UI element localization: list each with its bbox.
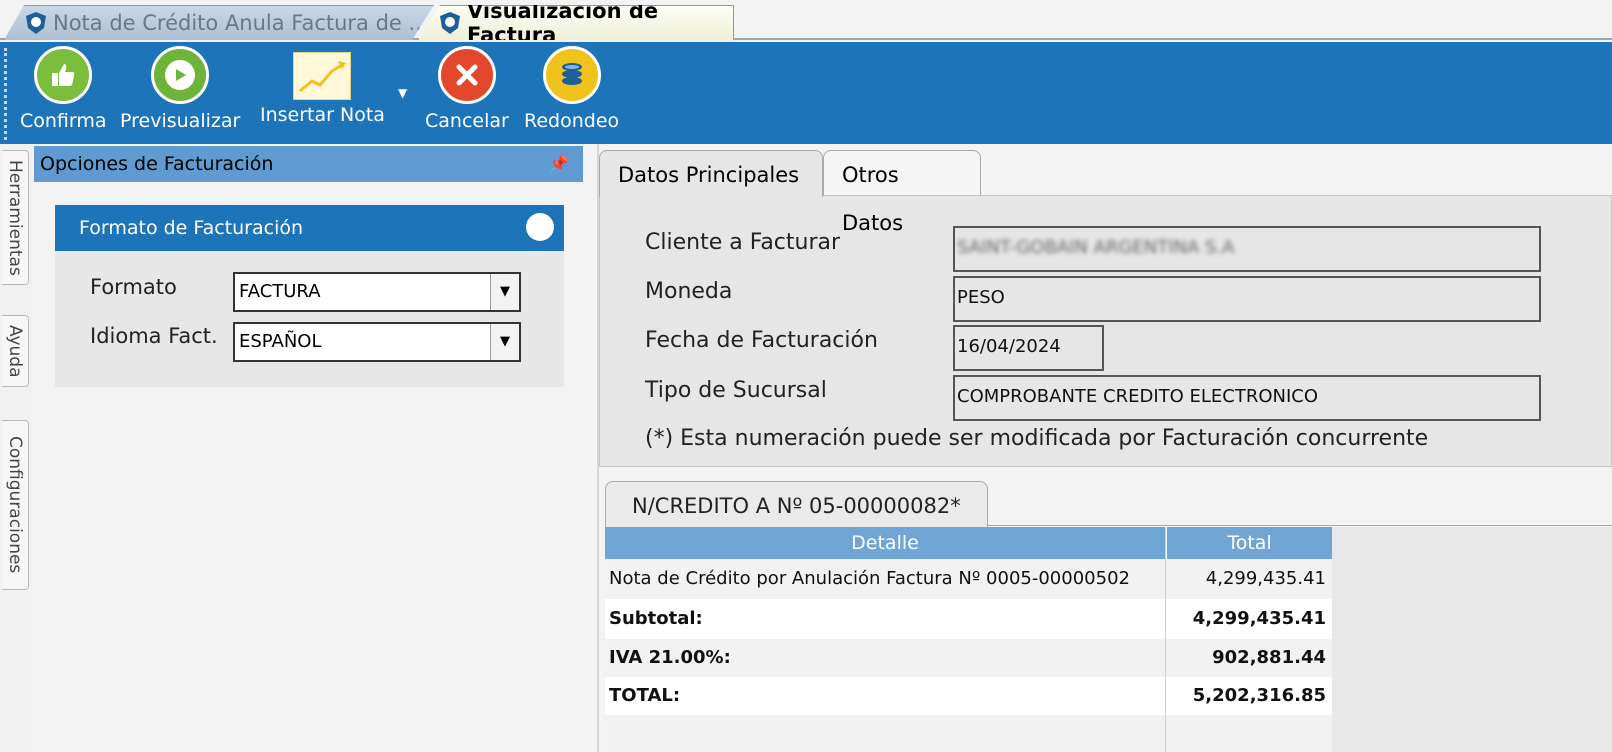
row-detalle: IVA 21.00%: [609, 647, 731, 668]
tab-otros-datos[interactable]: Otros Datos [823, 150, 981, 235]
dropdown-arrow-icon[interactable]: ▼ [398, 86, 407, 100]
tab-label: Datos Principales [618, 163, 800, 187]
cliente-field[interactable]: SAINT-GOBAIN ARGENTINA S.A [953, 226, 1541, 272]
thumbs-up-icon [34, 46, 93, 104]
previsualizar-label: Previsualizar [120, 110, 241, 132]
collapse-icon[interactable] [526, 213, 554, 241]
table-row-empty [605, 715, 1332, 752]
moneda-field[interactable]: PESO [953, 276, 1541, 322]
side-tab-ayuda[interactable]: Ayuda [2, 315, 29, 387]
formato-value: FACTURA [239, 281, 321, 302]
idioma-label: Idioma Fact. [90, 324, 218, 348]
coins-icon [542, 46, 601, 104]
numeracion-note: (*) Esta numeración puede ser modificada… [645, 426, 1429, 451]
table-row[interactable]: TOTAL: 5,202,316.85 [605, 677, 1332, 715]
column-header-label: Total [1227, 532, 1272, 554]
sucursal-label: Tipo de Sucursal [645, 378, 827, 403]
side-tab-herramientas[interactable]: Herramientas [2, 150, 29, 285]
tab-datos-principales[interactable]: Datos Principales [599, 150, 823, 197]
fecha-value: 16/04/2024 [957, 336, 1061, 357]
play-icon [151, 46, 210, 104]
table-row[interactable]: Nota de Crédito por Anulación Factura Nº… [605, 559, 1332, 599]
row-total: 4,299,435.41 [1192, 608, 1326, 629]
ribbon-toolbar [0, 42, 1612, 144]
idioma-select[interactable]: ESPAÑOL ▼ [233, 322, 521, 362]
side-tab-configuraciones[interactable]: Configuraciones [2, 420, 29, 590]
column-divider [1165, 559, 1166, 752]
row-total: 5,202,316.85 [1192, 685, 1326, 706]
confirma-button[interactable]: Confirma [20, 46, 107, 132]
side-tab-label: Herramientas [5, 159, 25, 276]
previsualizar-button[interactable]: Previsualizar [120, 46, 240, 132]
confirma-label: Confirma [20, 110, 107, 132]
redondeo-label: Redondeo [524, 110, 620, 132]
cancelar-button[interactable]: Cancelar [425, 46, 509, 132]
doc-tab-label: Visualización de Factura [467, 0, 659, 47]
idioma-value: ESPAÑOL [239, 331, 322, 352]
doc-tab-label: Nota de Crédito Anula Factura de ... [53, 11, 429, 35]
tab-label: Otros Datos [842, 163, 904, 235]
cliente-value: SAINT-GOBAIN ARGENTINA S.A [957, 237, 1235, 258]
table-row[interactable]: Subtotal: 4,299,435.41 [605, 599, 1332, 639]
fecha-label: Fecha de Facturación [645, 328, 878, 353]
column-header-detalle[interactable]: Detalle [605, 527, 1165, 559]
side-tab-label: Configuraciones [5, 436, 25, 574]
fecha-field[interactable]: 16/04/2024 [953, 325, 1104, 371]
cliente-label: Cliente a Facturar [645, 230, 841, 255]
app-shield-icon [437, 10, 463, 40]
moneda-label: Moneda [645, 279, 733, 304]
grid-empty-area [1332, 527, 1612, 752]
row-detalle: Subtotal: [609, 608, 703, 629]
formato-select[interactable]: FACTURA ▼ [233, 272, 521, 312]
row-detalle: Nota de Crédito por Anulación Factura Nº… [609, 568, 1130, 589]
formato-section-header: Formato de Facturación [55, 205, 564, 251]
chevron-down-icon[interactable]: ▼ [490, 274, 519, 310]
row-total: 902,881.44 [1212, 647, 1326, 668]
side-tab-label: Ayuda [5, 324, 25, 378]
insertar-nota-button[interactable]: Insertar Nota [260, 46, 385, 126]
tab-ncredito[interactable]: N/CREDITO A Nº 05-00000082* [605, 481, 988, 527]
row-total: 4,299,435.41 [1205, 568, 1326, 589]
sucursal-field[interactable]: COMPROBANTE CREDITO ELECTRONICO [953, 375, 1541, 421]
column-header-total[interactable]: Total [1167, 527, 1332, 559]
cancelar-label: Cancelar [425, 110, 509, 132]
toolbar-grip[interactable] [4, 48, 7, 140]
redondeo-button[interactable]: Redondeo [524, 46, 619, 132]
moneda-value: PESO [957, 287, 1005, 308]
chevron-down-icon[interactable]: ▼ [490, 324, 519, 360]
chart-trend-icon [293, 52, 352, 100]
sucursal-value: COMPROBANTE CREDITO ELECTRONICO [957, 386, 1319, 407]
table-row[interactable]: IVA 21.00%: 902,881.44 [605, 639, 1332, 677]
tab-divider [988, 525, 1612, 526]
row-detalle: TOTAL: [609, 685, 681, 706]
options-panel-title: Opciones de Facturación [40, 153, 274, 175]
tab-label: N/CREDITO A Nº 05-00000082* [632, 494, 961, 518]
insertar-nota-label: Insertar Nota [260, 104, 385, 126]
formato-section-title: Formato de Facturación [79, 217, 304, 239]
pin-icon[interactable]: 📌 [549, 146, 569, 182]
doc-tab-visualizacion[interactable]: Visualización de Factura [418, 5, 734, 40]
formato-label: Formato [90, 275, 177, 299]
doc-tab-nota-credito[interactable]: Nota de Crédito Anula Factura de ... [4, 5, 434, 40]
column-header-label: Detalle [851, 532, 919, 554]
close-icon [437, 46, 496, 104]
app-shield-icon [23, 10, 49, 41]
options-panel-header: Opciones de Facturación 📌 [34, 146, 583, 182]
